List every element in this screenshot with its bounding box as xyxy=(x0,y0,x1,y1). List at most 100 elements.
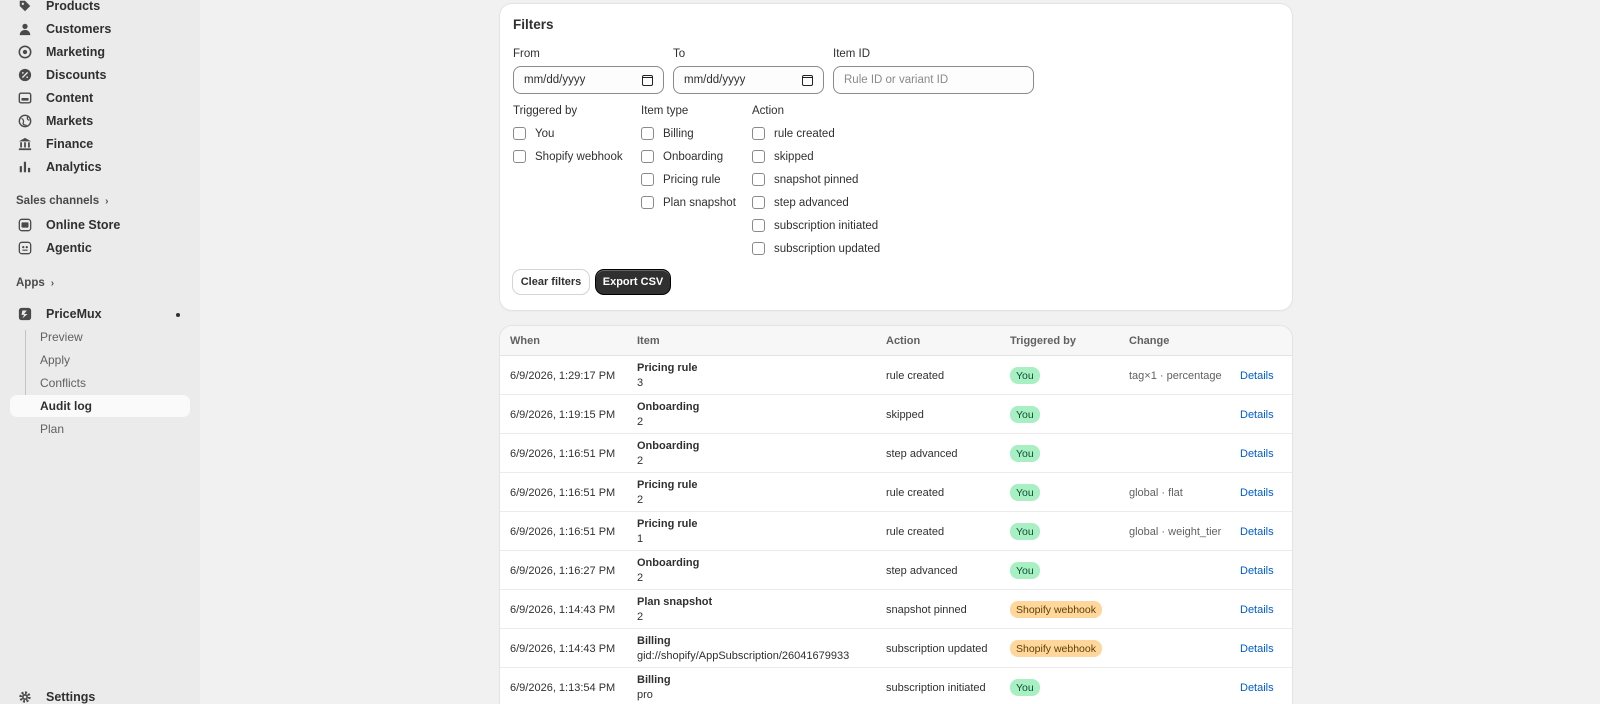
checkbox-label: rule created xyxy=(774,127,835,140)
cell-item-type: Onboarding xyxy=(637,557,700,569)
cell-when: 6/9/2026, 1:16:51 PM xyxy=(510,526,616,538)
checkbox-label: subscription initiated xyxy=(774,219,879,232)
sidebar-subitem-label: Audit log xyxy=(40,399,92,413)
details-link[interactable]: Details xyxy=(1240,487,1274,499)
details-link[interactable]: Details xyxy=(1240,448,1274,460)
cell-when: 6/9/2026, 1:19:15 PM xyxy=(510,409,616,421)
details-link[interactable]: Details xyxy=(1240,565,1274,577)
checkbox-subscription-initiated[interactable]: subscription initiated xyxy=(752,219,878,232)
sidebar-subitem-audit-log[interactable]: Audit log xyxy=(10,395,190,417)
checkbox-pricing-rule[interactable]: Pricing rule xyxy=(641,173,721,186)
cell-item-type: Pricing rule xyxy=(637,518,698,530)
sidebar-subitem-preview[interactable]: Preview xyxy=(10,326,190,348)
triggered-by-badge: You xyxy=(1010,562,1040,579)
apps-label: Apps xyxy=(16,277,45,289)
cell-item-id: 2 xyxy=(637,455,644,467)
details-link[interactable]: Details xyxy=(1240,370,1274,382)
globe-icon xyxy=(17,113,33,129)
cell-action: rule created xyxy=(886,526,945,538)
sidebar-subitem-conflicts[interactable]: Conflicts xyxy=(10,372,190,394)
checkbox-onboarding[interactable]: Onboarding xyxy=(641,150,723,163)
sidebar-item-label: Online Store xyxy=(46,218,121,232)
calendar-icon[interactable] xyxy=(802,74,813,86)
sidebar-item-label: Settings xyxy=(46,690,96,704)
checkbox[interactable] xyxy=(641,127,654,140)
checkbox[interactable] xyxy=(752,242,765,255)
sidebar-item-customers[interactable]: Customers xyxy=(10,18,190,40)
sidebar-item-content[interactable]: Content xyxy=(10,87,190,109)
tag-icon xyxy=(17,0,33,14)
details-link[interactable]: Details xyxy=(1240,526,1274,538)
sidebar-item-products[interactable]: Products xyxy=(10,0,190,17)
checkbox[interactable] xyxy=(641,196,654,209)
sidebar-item-pricemux[interactable]: PriceMux xyxy=(10,303,190,325)
checkbox-step-advanced[interactable]: step advanced xyxy=(752,196,849,209)
clear-filters-button[interactable]: Clear filters xyxy=(513,270,589,294)
cell-when: 6/9/2026, 1:13:54 PM xyxy=(510,682,616,694)
sidebar-item-finance[interactable]: Finance xyxy=(10,133,190,155)
checkbox[interactable] xyxy=(752,196,765,209)
sidebar-item-label: Analytics xyxy=(46,160,102,174)
checkbox[interactable] xyxy=(752,150,765,163)
sidebar-item-analytics[interactable]: Analytics xyxy=(10,156,190,178)
checkbox-subscription-updated[interactable]: subscription updated xyxy=(752,242,880,255)
sidebar-item-markets[interactable]: Markets xyxy=(10,110,190,132)
table-row: 6/9/2026, 1:14:43 PM Plan snapshot 2 snapsh… xyxy=(500,590,1292,629)
checkbox-shopify-webhook[interactable]: Shopify webhook xyxy=(513,150,623,163)
gear-icon xyxy=(17,689,33,704)
checkbox-snapshot-pinned[interactable]: snapshot pinned xyxy=(752,173,858,186)
export-csv-button[interactable]: Export CSV xyxy=(596,270,670,294)
checkbox[interactable] xyxy=(752,127,765,140)
checkbox[interactable] xyxy=(513,127,526,140)
cell-when: 6/9/2026, 1:14:43 PM xyxy=(510,643,616,655)
item-id-input[interactable]: Rule ID or variant ID xyxy=(833,66,1034,94)
checkbox[interactable] xyxy=(752,173,765,186)
header-triggered-by: Triggered by xyxy=(1010,335,1077,347)
checkbox-you[interactable]: You xyxy=(513,127,554,140)
triggered-by-badge: You xyxy=(1010,406,1040,423)
checkbox-label: Pricing rule xyxy=(663,173,721,186)
app-icon xyxy=(17,306,33,322)
checkbox[interactable] xyxy=(641,173,654,186)
calendar-icon[interactable] xyxy=(642,74,653,86)
cell-change: tag×1 · percentage xyxy=(1129,370,1222,382)
checkbox-label: You xyxy=(535,127,555,140)
checkbox[interactable] xyxy=(752,219,765,232)
more-options-icon[interactable] xyxy=(176,313,180,317)
sidebar-subitem-plan[interactable]: Plan xyxy=(10,418,190,440)
from-date-input[interactable]: mm/dd/yyyy xyxy=(513,66,664,94)
checkbox-plan-snapshot[interactable]: Plan snapshot xyxy=(641,196,736,209)
sidebar-subitem-apply[interactable]: Apply xyxy=(10,349,190,371)
content-icon xyxy=(17,90,33,106)
details-link[interactable]: Details xyxy=(1240,682,1274,694)
sidebar-item-online-store[interactable]: Online Store xyxy=(10,214,190,236)
sidebar-item-settings[interactable]: Settings xyxy=(10,686,190,704)
cell-item-id: 2 xyxy=(637,611,644,623)
to-date-input[interactable]: mm/dd/yyyy xyxy=(673,66,824,94)
sales-channels-heading[interactable]: Sales channels › xyxy=(16,195,108,207)
details-link[interactable]: Details xyxy=(1240,643,1274,655)
checkbox-rule-created[interactable]: rule created xyxy=(752,127,835,140)
checkbox[interactable] xyxy=(513,150,526,163)
table-row: 6/9/2026, 1:16:51 PM Onboarding 2 step adva… xyxy=(500,434,1292,473)
triggered-by-badge: You xyxy=(1010,484,1040,501)
details-link[interactable]: Details xyxy=(1240,604,1274,616)
cell-action: step advanced xyxy=(886,448,958,460)
sidebar-item-agentic[interactable]: Agentic xyxy=(10,237,190,259)
sidebar-item-label: PriceMux xyxy=(46,307,102,321)
checkbox-label: Shopify webhook xyxy=(535,150,623,163)
to-date-value: mm/dd/yyyy xyxy=(684,74,746,86)
checkbox-skipped[interactable]: skipped xyxy=(752,150,814,163)
table-header: When Item Action Triggered by Change xyxy=(500,326,1292,356)
apps-heading[interactable]: Apps › xyxy=(16,277,54,289)
chevron-right-icon: › xyxy=(105,195,109,207)
checkbox-billing[interactable]: Billing xyxy=(641,127,694,140)
cell-when: 6/9/2026, 1:29:17 PM xyxy=(510,370,616,382)
details-link[interactable]: Details xyxy=(1240,409,1274,421)
checkbox[interactable] xyxy=(641,150,654,163)
sidebar-subitem-label: Plan xyxy=(40,422,65,436)
checkbox-label: snapshot pinned xyxy=(774,173,859,186)
sidebar-item-marketing[interactable]: Marketing xyxy=(10,41,190,63)
sidebar-item-discounts[interactable]: Discounts xyxy=(10,64,190,86)
item-id-placeholder: Rule ID or variant ID xyxy=(844,74,949,86)
